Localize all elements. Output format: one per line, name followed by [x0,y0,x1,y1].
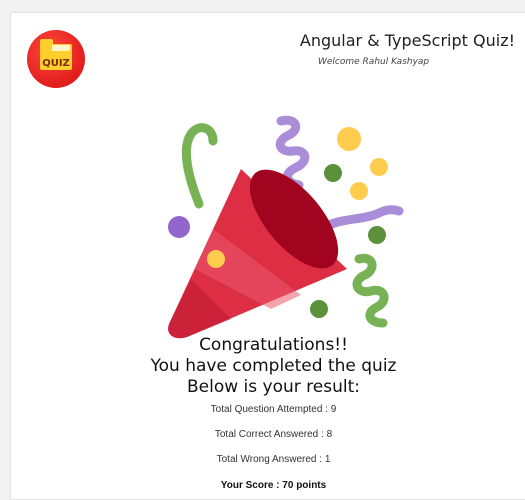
attempted-count: Total Question Attempted : 9 [210,404,337,415]
completed-heading: You have completed the quiz [150,356,397,376]
wrong-count: Total Wrong Answered : 1 [216,454,331,465]
congrats-heading: Congratulations!! [199,335,348,355]
quiz-logo: QUIZ [27,30,85,88]
score-text: Your Score : 70 points [220,480,327,491]
page-title: Angular & TypeScript Quiz! [299,31,515,50]
result-card: QUIZ Angular & TypeScript Quiz! Welcome … [10,12,525,500]
welcome-text: Welcome Rahul Kashyap [318,57,430,67]
result-heading: Below is your result: [187,377,360,397]
party-popper-icon [168,115,404,339]
correct-count: Total Correct Answered : 8 [214,429,333,440]
logo-text: QUIZ [42,58,70,69]
